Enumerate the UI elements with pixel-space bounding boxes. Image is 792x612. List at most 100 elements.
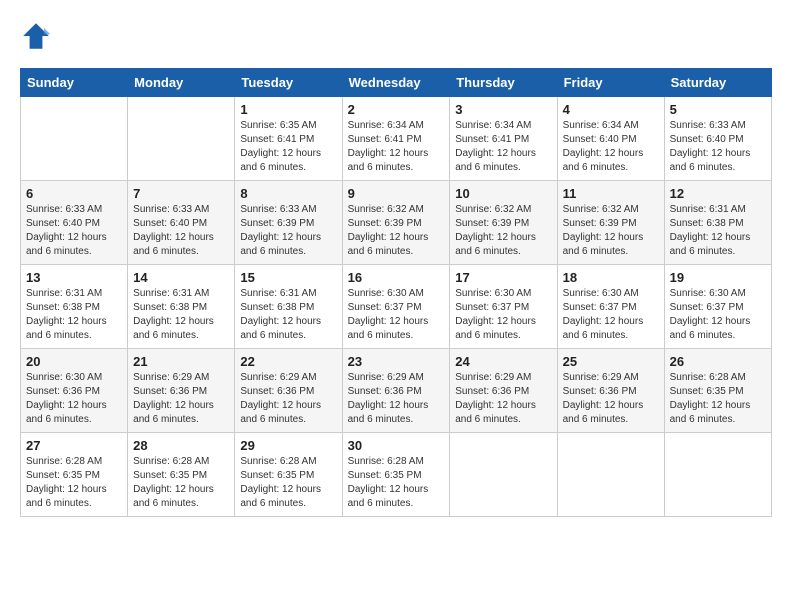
calendar-cell: 13Sunrise: 6:31 AM Sunset: 6:38 PM Dayli…	[21, 265, 128, 349]
calendar-cell: 8 Sunrise: 6:33 AM Sunset: 6:39 PM Daylig…	[235, 181, 342, 265]
calendar-cell: 17Sunrise: 6:30 AM Sunset: 6:37 PM Dayli…	[450, 265, 557, 349]
calendar-cell	[21, 97, 128, 181]
calendar-cell: 24 Sunrise: 6:29 AM Sunset: 6:36 PM Dayli…	[450, 349, 557, 433]
cell-content: Sunrise: 6:29 AM Sunset: 6:36 PM Dayligh…	[240, 371, 336, 427]
calendar-cell: 30 Sunrise: 6:28 AM Sunset: 6:35 PM Dayli…	[342, 433, 450, 517]
day-number: 18	[563, 270, 659, 285]
cell-content: Sunrise: 6:28 AM Sunset: 6:35 PM Dayligh…	[348, 455, 445, 511]
calendar-body: 1 Sunrise: 6:35 AM Sunset: 6:41 PM Daylig…	[21, 97, 772, 517]
calendar-cell: 27 Sunrise: 6:28 AM Sunset: 6:35 PM Dayli…	[21, 433, 128, 517]
calendar-cell: 7 Sunrise: 6:33 AM Sunset: 6:40 PM Daylig…	[128, 181, 235, 265]
calendar-cell: 16Sunrise: 6:30 AM Sunset: 6:37 PM Dayli…	[342, 265, 450, 349]
cell-content: Sunrise: 6:32 AM Sunset: 6:39 PM Dayligh…	[348, 203, 445, 259]
calendar-table: SundayMondayTuesdayWednesdayThursdayFrid…	[20, 68, 772, 517]
calendar-week-row: 13 Sunrise: 6:31 AM Sunset: 6:38 PM Dayli…	[21, 265, 772, 349]
day-number: 9	[348, 186, 445, 201]
calendar-cell: 25 Sunrise: 6:29 AM Sunset: 6:36 PM Dayli…	[557, 349, 664, 433]
day-number: 30	[348, 438, 445, 453]
day-number: 23	[348, 354, 445, 369]
day-header-sunday: Sunday	[21, 69, 128, 97]
cell-content: Sunrise: 6:32 AM Sunset: 6:39 PM Dayligh…	[563, 203, 659, 259]
calendar-cell: 20 Sunrise: 6:30 AM Sunset: 6:36 PM Dayli…	[21, 349, 128, 433]
cell-content: Sunrise: 6:33 AM Sunset: 6:40 PM Dayligh…	[670, 119, 766, 175]
day-number: 12	[670, 186, 766, 201]
cell-content: Sunrise: 6:33 AM Sunset: 6:39 PM Dayligh…	[240, 203, 336, 259]
calendar-cell: 15 Sunrise: 6:31 AM Sunset: 6:38 PM Dayli…	[235, 265, 342, 349]
day-number: 15	[240, 270, 336, 285]
day-header-friday: Friday	[557, 69, 664, 97]
calendar-cell: 26 Sunrise: 6:28 AM Sunset: 6:35 PM Dayli…	[664, 349, 771, 433]
day-number: 29	[240, 438, 336, 453]
logo-icon	[20, 20, 52, 52]
day-number: 3	[455, 102, 551, 117]
cell-content: Sunrise: 6:34 AM Sunset: 6:41 PM Dayligh…	[348, 119, 445, 175]
day-number: 7	[133, 186, 229, 201]
day-number: 11	[563, 186, 659, 201]
day-number: 24	[455, 354, 551, 369]
cell-content: Sunrise: 6:28 AM Sunset: 6:35 PM Dayligh…	[240, 455, 336, 511]
day-number: 10	[455, 186, 551, 201]
cell-content: Sunrise: 6:28 AM Sunset: 6:35 PM Dayligh…	[670, 371, 766, 427]
calendar-cell: 1 Sunrise: 6:35 AM Sunset: 6:41 PM Daylig…	[235, 97, 342, 181]
calendar-cell: 5 Sunrise: 6:33 AM Sunset: 6:40 PM Daylig…	[664, 97, 771, 181]
cell-content: Sunrise: 6:29 AM Sunset: 6:36 PM Dayligh…	[133, 371, 229, 427]
calendar-header: SundayMondayTuesdayWednesdayThursdayFrid…	[21, 69, 772, 97]
cell-content: Sunrise: 6:31 AM Sunset: 6:38 PM Dayligh…	[133, 287, 229, 343]
day-number: 28	[133, 438, 229, 453]
calendar-cell: 23Sunrise: 6:29 AM Sunset: 6:36 PM Dayli…	[342, 349, 450, 433]
cell-content: Sunrise: 6:29 AM Sunset: 6:36 PM Dayligh…	[455, 371, 551, 427]
calendar-cell: 14Sunrise: 6:31 AM Sunset: 6:38 PM Dayli…	[128, 265, 235, 349]
cell-content: Sunrise: 6:30 AM Sunset: 6:37 PM Dayligh…	[670, 287, 766, 343]
cell-content: Sunrise: 6:28 AM Sunset: 6:35 PM Dayligh…	[133, 455, 229, 511]
logo	[20, 20, 56, 52]
day-number: 4	[563, 102, 659, 117]
calendar-cell: 29 Sunrise: 6:28 AM Sunset: 6:35 PM Dayli…	[235, 433, 342, 517]
calendar-cell: 18 Sunrise: 6:30 AM Sunset: 6:37 PM Dayli…	[557, 265, 664, 349]
day-number: 21	[133, 354, 229, 369]
day-number: 8	[240, 186, 336, 201]
days-header-row: SundayMondayTuesdayWednesdayThursdayFrid…	[21, 69, 772, 97]
calendar-cell	[664, 433, 771, 517]
day-number: 22	[240, 354, 336, 369]
calendar-cell: 12 Sunrise: 6:31 AM Sunset: 6:38 PM Dayli…	[664, 181, 771, 265]
cell-content: Sunrise: 6:30 AM Sunset: 6:37 PM Dayligh…	[563, 287, 659, 343]
calendar-cell: 10Sunrise: 6:32 AM Sunset: 6:39 PM Dayli…	[450, 181, 557, 265]
calendar-cell: 4 Sunrise: 6:34 AM Sunset: 6:40 PM Daylig…	[557, 97, 664, 181]
cell-content: Sunrise: 6:33 AM Sunset: 6:40 PM Dayligh…	[26, 203, 122, 259]
day-header-tuesday: Tuesday	[235, 69, 342, 97]
calendar-cell: 21 Sunrise: 6:29 AM Sunset: 6:36 PM Dayli…	[128, 349, 235, 433]
day-number: 13	[26, 270, 122, 285]
day-number: 25	[563, 354, 659, 369]
calendar-cell	[557, 433, 664, 517]
day-number: 16	[348, 270, 445, 285]
calendar-cell: 9 Sunrise: 6:32 AM Sunset: 6:39 PM Daylig…	[342, 181, 450, 265]
calendar-cell: 11 Sunrise: 6:32 AM Sunset: 6:39 PM Dayli…	[557, 181, 664, 265]
cell-content: Sunrise: 6:34 AM Sunset: 6:40 PM Dayligh…	[563, 119, 659, 175]
calendar-week-row: 20 Sunrise: 6:30 AM Sunset: 6:36 PM Dayli…	[21, 349, 772, 433]
day-header-monday: Monday	[128, 69, 235, 97]
calendar-cell	[128, 97, 235, 181]
day-number: 5	[670, 102, 766, 117]
calendar-cell: 2 Sunrise: 6:34 AM Sunset: 6:41 PM Daylig…	[342, 97, 450, 181]
calendar-cell	[450, 433, 557, 517]
day-number: 2	[348, 102, 445, 117]
day-number: 6	[26, 186, 122, 201]
calendar-cell: 22 Sunrise: 6:29 AM Sunset: 6:36 PM Dayli…	[235, 349, 342, 433]
day-number: 27	[26, 438, 122, 453]
day-header-wednesday: Wednesday	[342, 69, 450, 97]
day-number: 26	[670, 354, 766, 369]
day-number: 20	[26, 354, 122, 369]
cell-content: Sunrise: 6:28 AM Sunset: 6:35 PM Dayligh…	[26, 455, 122, 511]
cell-content: Sunrise: 6:35 AM Sunset: 6:41 PM Dayligh…	[240, 119, 336, 175]
day-header-saturday: Saturday	[664, 69, 771, 97]
cell-content: Sunrise: 6:30 AM Sunset: 6:36 PM Dayligh…	[26, 371, 122, 427]
cell-content: Sunrise: 6:30 AM Sunset: 6:37 PM Dayligh…	[455, 287, 551, 343]
cell-content: Sunrise: 6:31 AM Sunset: 6:38 PM Dayligh…	[670, 203, 766, 259]
day-number: 19	[670, 270, 766, 285]
day-number: 1	[240, 102, 336, 117]
cell-content: Sunrise: 6:29 AM Sunset: 6:36 PM Dayligh…	[563, 371, 659, 427]
cell-content: Sunrise: 6:31 AM Sunset: 6:38 PM Dayligh…	[240, 287, 336, 343]
cell-content: Sunrise: 6:33 AM Sunset: 6:40 PM Dayligh…	[133, 203, 229, 259]
page-header	[20, 20, 772, 52]
calendar-week-row: 1 Sunrise: 6:35 AM Sunset: 6:41 PM Daylig…	[21, 97, 772, 181]
